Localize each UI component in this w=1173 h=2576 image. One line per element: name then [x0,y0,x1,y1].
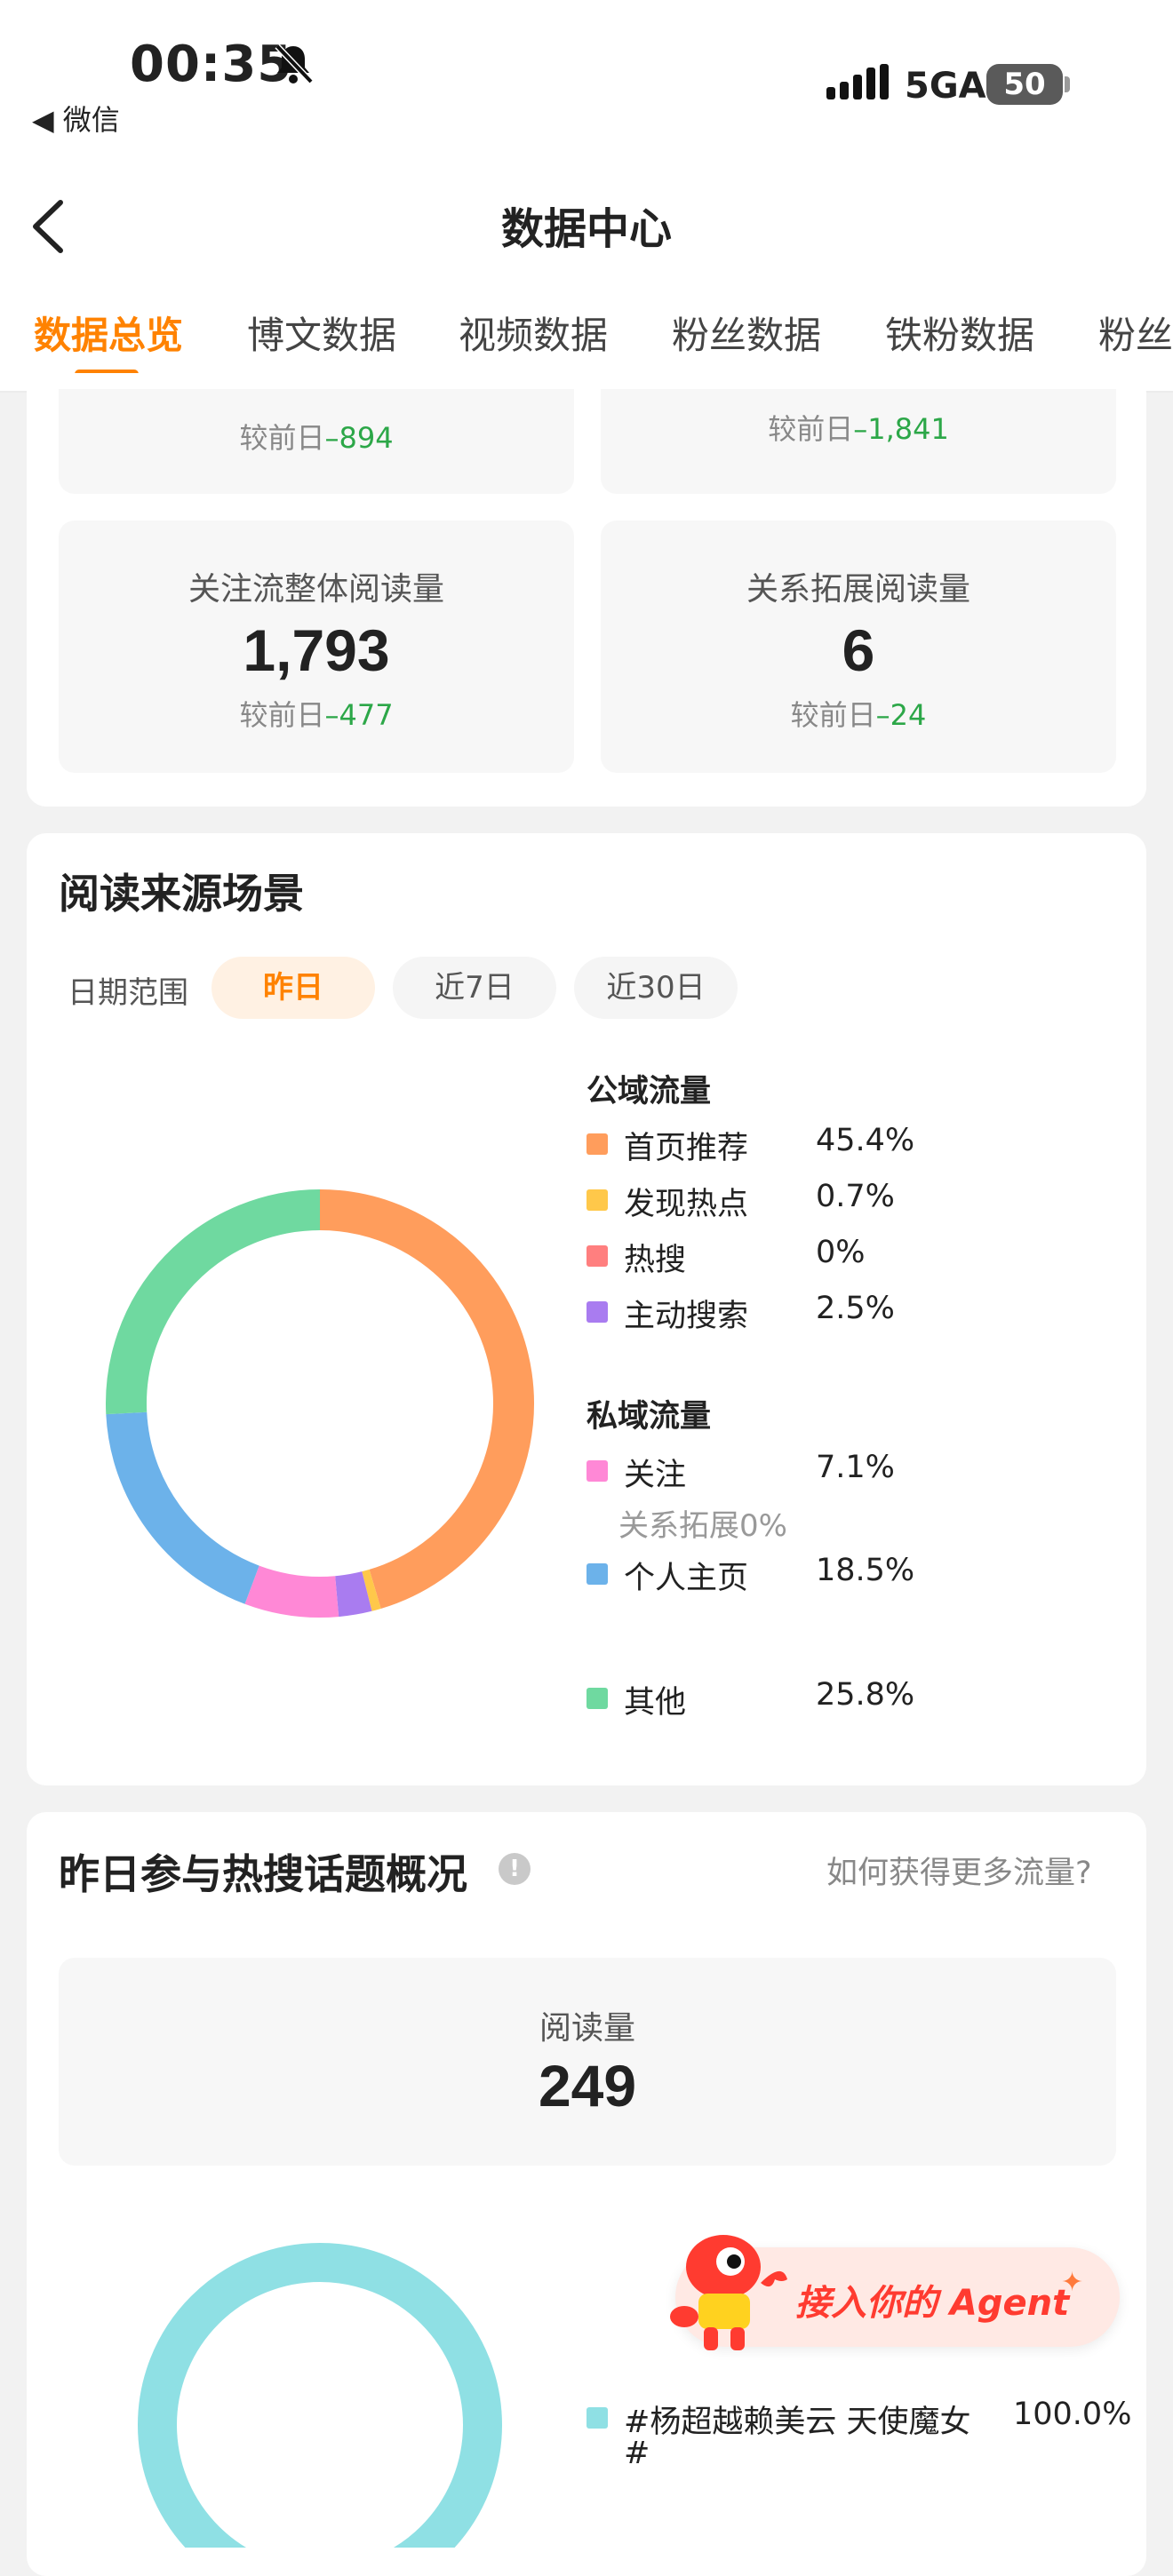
stat-value: 6 [842,617,875,683]
range-yesterday-button[interactable]: 昨日 [211,957,375,1019]
legend-item: 关注 7.1% [586,1450,960,1494]
stat-card-partial-left: 较前日–894 [59,373,574,494]
legend-pct: 0% [816,1235,866,1270]
read-source-donut-chart [106,1189,534,1618]
legend-name: 其他 [624,1685,687,1721]
legend-swatch [586,1189,608,1211]
stat-value: 249 [538,2053,637,2119]
more-traffic-link[interactable]: 如何获得更多流量? [826,1848,1092,1893]
stat-label: 阅读量 [539,2010,635,2047]
legend-swatch [586,1688,608,1709]
donut-slice-discover-hot [362,1569,381,1611]
topic-read-stat: 阅读量 249 [59,1958,1116,2166]
battery-indicator: 50 [986,64,1063,105]
topic-name: #杨超越赖美云 天使魔女 [624,2405,971,2440]
legend-pct: 0.7% [816,1179,895,1214]
legend-item: 热搜 0% [586,1235,960,1279]
topic-name-cont: # [624,2436,650,2471]
topic-legend-item: #杨超越赖美云 天使魔女 # 100.0% [586,2397,1131,2485]
date-range-label: 日期范围 [68,975,188,1011]
tab-fans-more[interactable]: 粉丝 [1098,306,1173,360]
section-title: 昨日参与热搜话题概况 [59,1850,467,1898]
donut-slice-follow [244,1565,339,1618]
range-7days-button[interactable]: 近7日 [393,957,556,1019]
bell-muted-icon [275,44,314,84]
legend-group-public: 公域流量 [586,1074,712,1109]
agent-badge-text[interactable]: 接入你的 Agent [795,2274,1069,2326]
stat-card-relation-reads: 关系拓展阅读量 6 较前日–24 [601,521,1116,773]
signal-icon [826,64,889,99]
back-to-wechat[interactable]: ◀ 微信 [32,98,120,139]
legend-item: 其他 25.8% [586,1677,960,1721]
mascot-icon[interactable] [668,2221,802,2363]
tab-video-data[interactable]: 视频数据 [459,306,608,360]
legend-item: 主动搜索 2.5% [586,1291,960,1335]
stat-compare: 较前日–894 [239,421,394,455]
legend-item: 个人主页 18.5% [586,1553,960,1597]
donut-slice-home-recommend [319,1189,534,1609]
header-mask [0,373,1173,389]
legend-swatch [586,1563,608,1585]
legend-name: 主动搜索 [624,1299,749,1334]
tab-post-data[interactable]: 博文数据 [247,306,396,360]
topic-ring [138,2243,502,2548]
network-type: 5GA [905,66,986,107]
legend-pct: 45.4% [816,1123,915,1158]
legend-name: 发现热点 [624,1187,749,1222]
legend-pct: 25.8% [816,1677,915,1713]
legend-item: 首页推荐 45.4% [586,1123,960,1167]
sparkle-icon: ✦ [1061,2267,1084,2298]
legend-name: 关注 [624,1458,687,1493]
stat-compare: 较前日–1,841 [768,412,949,446]
stat-compare: 较前日–477 [239,698,394,732]
stat-label: 关系拓展阅读量 [746,571,970,608]
battery-tip [1065,76,1070,92]
page-title: 数据中心 [500,204,672,254]
tab-overview[interactable]: 数据总览 [34,306,183,360]
legend-swatch [586,2407,608,2429]
legend-item: 发现热点 0.7% [586,1179,960,1223]
stat-label: 关注流整体阅读量 [188,571,444,608]
legend-pct: 2.5% [816,1291,895,1326]
legend-name: 热搜 [624,1243,687,1278]
legend-name: 个人主页 [624,1561,749,1596]
legend-swatch [586,1460,608,1482]
stat-card-follow-reads: 关注流整体阅读量 1,793 较前日–477 [59,521,574,773]
legend-group-private: 私域流量 [586,1399,712,1435]
topic-pct: 100.0% [1013,2397,1132,2432]
legend-swatch [586,1245,608,1267]
legend-pct: 18.5% [816,1553,915,1588]
range-30days-button[interactable]: 近30日 [574,957,738,1019]
donut-slice-profile [106,1411,260,1604]
stat-value: 1,793 [243,617,390,683]
stat-card-partial-right: 较前日–1,841 [601,373,1116,494]
tab-iron-fans-data[interactable]: 铁粉数据 [885,306,1034,360]
legend-swatch [586,1301,608,1323]
legend-name: 首页推荐 [624,1131,749,1166]
donut-slice-other [106,1189,321,1415]
tab-fans-data[interactable]: 粉丝数据 [672,306,821,360]
legend-swatch [586,1133,608,1155]
status-time: 00:35 [130,36,293,93]
donut-slice-active-search [334,1571,372,1618]
stat-compare: 较前日–24 [790,698,927,732]
info-icon[interactable]: ! [499,1853,531,1885]
relation-expand-note: 关系拓展0% [618,1508,787,1544]
legend-pct: 7.1% [816,1450,895,1485]
topic-donut-chart [138,2243,502,2548]
section-title: 阅读来源场景 [59,870,304,918]
